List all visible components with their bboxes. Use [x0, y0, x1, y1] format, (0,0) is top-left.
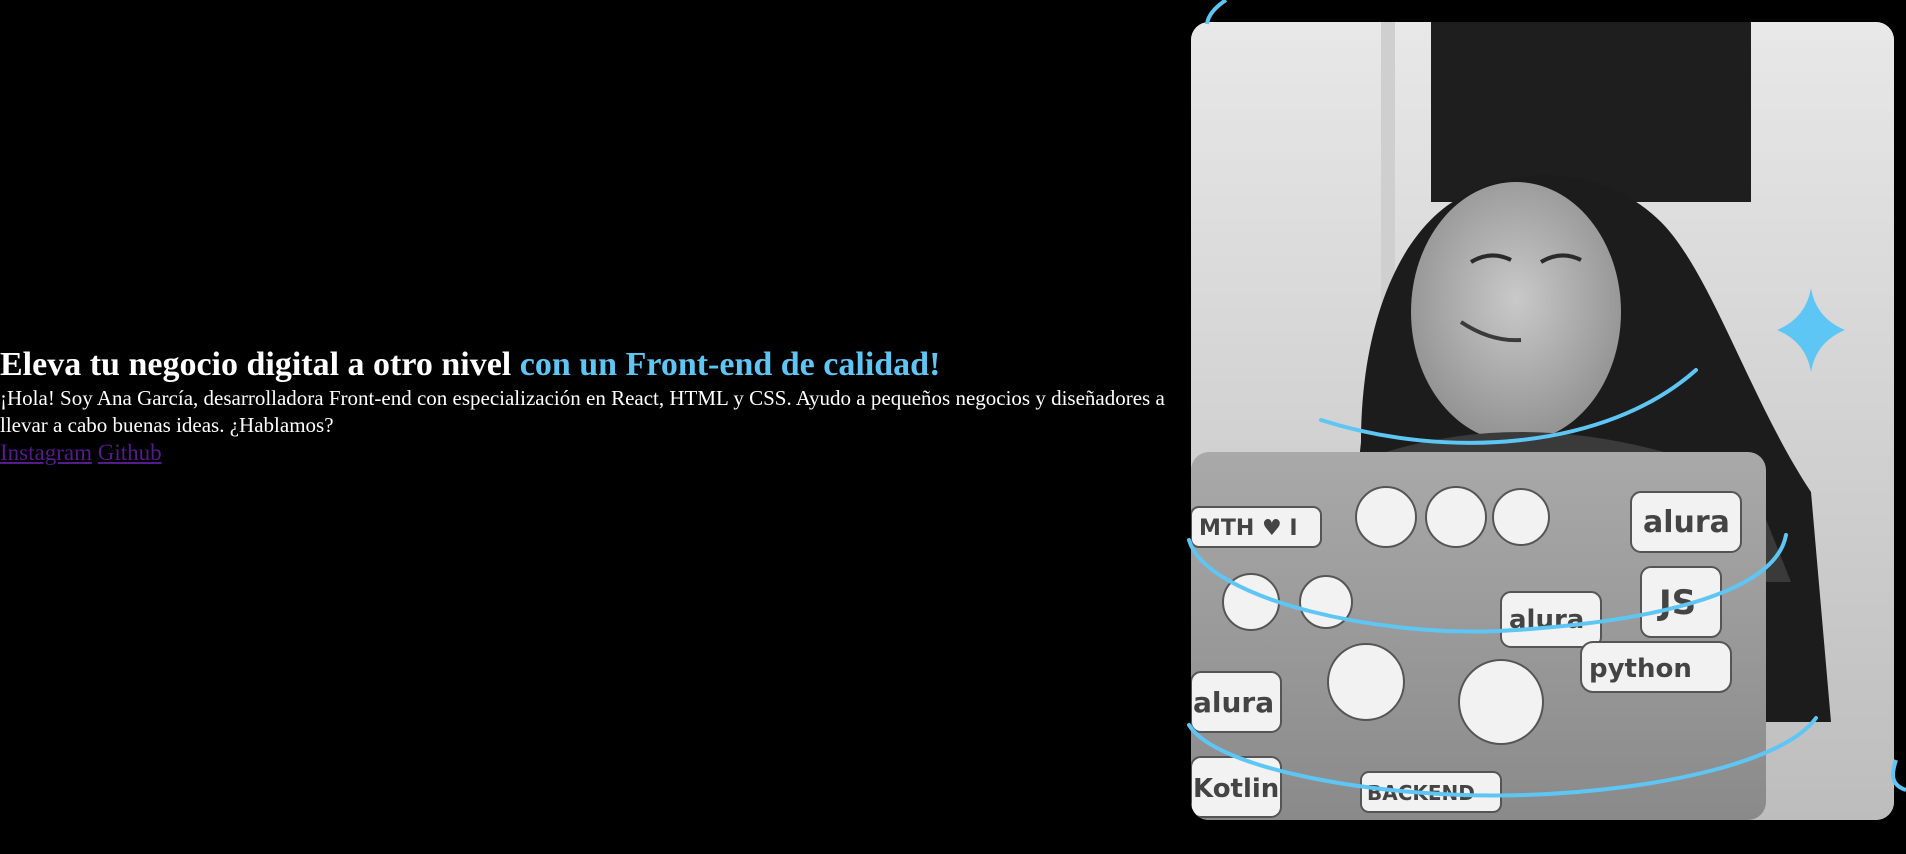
hero-image-area: MTH ♥ I alura JS python alura BACKEND Ko…: [1186, 0, 1906, 854]
hero-title: Eleva tu negocio digital a otro nivel co…: [0, 345, 1180, 385]
sticker-backend: BACKEND: [1367, 781, 1475, 805]
portrait-illustration: MTH ♥ I alura JS python alura BACKEND Ko…: [1191, 22, 1894, 820]
social-links: Instagram Github: [0, 439, 1180, 467]
sticker-mth: MTH ♥ I: [1199, 516, 1298, 541]
sticker-kotlin: Kotlin: [1193, 774, 1279, 804]
hero-title-main: Eleva tu negocio digital a otro nivel: [0, 346, 520, 383]
instagram-link[interactable]: Instagram: [0, 440, 92, 465]
sticker-alura-3: alura: [1193, 686, 1274, 719]
photo-window: [1431, 22, 1751, 202]
photo-face: [1411, 182, 1621, 442]
orbit-top-arc: [1205, 0, 1228, 25]
sticker-alura-1: alura: [1643, 505, 1730, 540]
sticker-python: python: [1589, 654, 1692, 684]
hero-photo: MTH ♥ I alura JS python alura BACKEND Ko…: [1191, 22, 1894, 820]
orbit-edge-arc: [1891, 759, 1906, 792]
sticker-js: JS: [1657, 583, 1696, 623]
hero-section: Eleva tu negocio digital a otro nivel co…: [0, 345, 1180, 467]
hero-title-accent: con un Front-end de calidad!: [519, 346, 941, 383]
github-link[interactable]: Github: [98, 440, 162, 465]
sticker-alura-2: alura: [1509, 605, 1584, 635]
hero-description: ¡Hola! Soy Ana García, desarrolladora Fr…: [0, 386, 1165, 437]
